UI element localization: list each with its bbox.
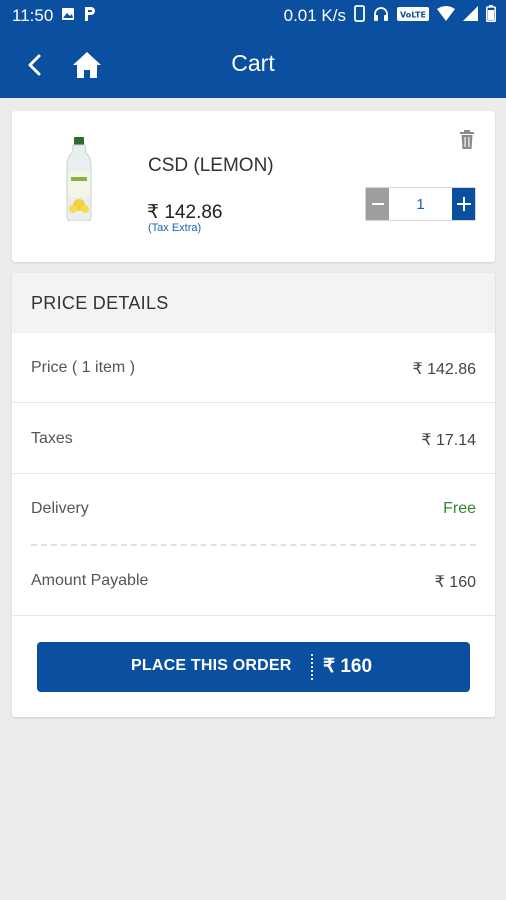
product-price: ₹ 142.86	[147, 202, 223, 223]
headset-icon	[373, 6, 389, 27]
delivery-row: Delivery Free	[12, 474, 495, 544]
network-speed: 0.01 K/s	[283, 6, 346, 25]
volte-icon: VoLTE	[397, 6, 429, 26]
status-bar: 11:50 0.01 K/s VoLTE	[0, 0, 506, 32]
trash-icon[interactable]	[459, 130, 475, 149]
price-details-title: PRICE DETAILS	[31, 293, 169, 313]
price-details-header: PRICE DETAILS	[12, 273, 495, 333]
delivery-label: Delivery	[31, 500, 89, 517]
decrease-quantity-button[interactable]	[366, 188, 389, 220]
product-image[interactable]	[64, 137, 94, 222]
quantity-value[interactable]: 1	[389, 188, 452, 220]
svg-text:VoLTE: VoLTE	[400, 11, 426, 20]
page-title: Cart	[231, 50, 275, 76]
place-order-label: PLACE THIS ORDER	[131, 657, 292, 674]
phone-icon	[354, 5, 365, 27]
cart-item-card: CSD (LEMON) ₹ 142.86 (Tax Extra) 1	[12, 111, 495, 262]
delivery-value: Free	[443, 500, 476, 517]
button-divider	[311, 654, 313, 680]
status-time: 11:50	[12, 6, 54, 25]
battery-icon	[486, 5, 496, 27]
app-bar: Cart	[0, 32, 506, 98]
order-amount: ₹ 160	[323, 656, 373, 677]
amount-payable-label: Amount Payable	[31, 572, 149, 589]
increase-quantity-button[interactable]	[452, 188, 475, 220]
price-details-card: PRICE DETAILS Price ( 1 item ) ₹ 142.86 …	[12, 273, 495, 717]
signal-icon	[463, 6, 478, 26]
taxes-row: Taxes ₹ 17.14	[12, 404, 495, 474]
price-value: ₹ 142.86	[412, 361, 476, 378]
amount-payable-value: ₹ 160	[434, 574, 476, 591]
tax-extra-note: (Tax Extra)	[148, 222, 202, 234]
image-icon	[61, 6, 75, 26]
taxes-value: ₹ 17.14	[421, 432, 476, 449]
amount-payable-row: Amount Payable ₹ 160	[12, 546, 495, 616]
place-order-button[interactable]: PLACE THIS ORDER ₹ 160	[37, 642, 470, 692]
price-row: Price ( 1 item ) ₹ 142.86	[12, 333, 495, 403]
quantity-stepper: 1	[365, 187, 476, 221]
price-label: Price ( 1 item )	[31, 359, 136, 376]
product-name[interactable]: CSD (LEMON)	[148, 155, 274, 177]
wifi-icon	[437, 6, 455, 26]
taxes-label: Taxes	[31, 430, 73, 447]
p-icon	[83, 6, 97, 27]
